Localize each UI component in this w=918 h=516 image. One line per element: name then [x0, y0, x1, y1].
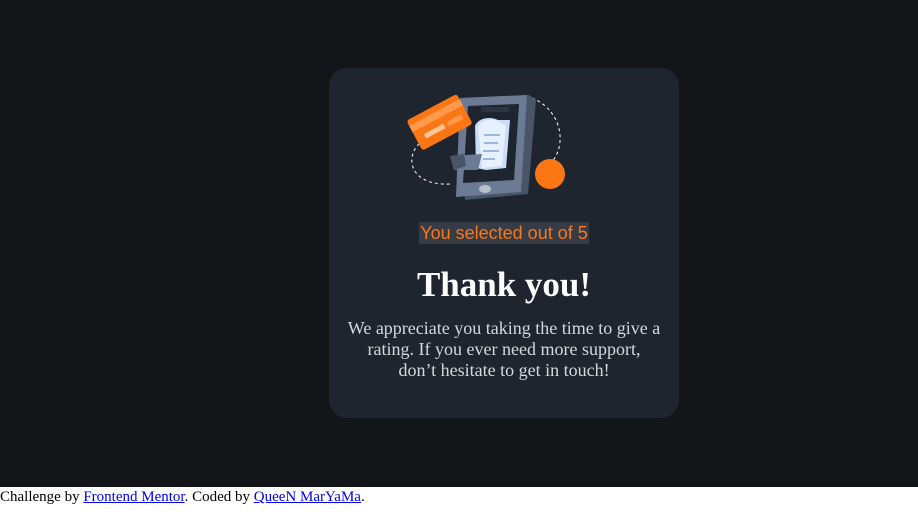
selection-badge: You selected out of 5 — [419, 222, 589, 244]
payment-phone-illustration-icon — [407, 94, 565, 200]
thank-you-card: You selected out of 5 Thank you! We appr… — [329, 68, 679, 418]
attribution-middle: . Coded by — [184, 489, 254, 505]
selection-badge-row: You selected out of 5 — [329, 222, 679, 244]
thank-you-message: We appreciate you taking the time to giv… — [347, 318, 661, 380]
frontend-mentor-link[interactable]: Frontend Mentor — [83, 489, 184, 505]
attribution-suffix: . — [360, 489, 365, 505]
thank-you-title: Thank you! — [416, 265, 592, 304]
author-link[interactable]: QueeN MarYaMa — [254, 489, 361, 505]
page-background: You selected out of 5 Thank you! We appr… — [0, 0, 918, 487]
attribution-prefix: Challenge by — [0, 489, 84, 505]
attribution-footer: Challenge by Frontend Mentor. Coded by Q… — [0, 488, 365, 506]
